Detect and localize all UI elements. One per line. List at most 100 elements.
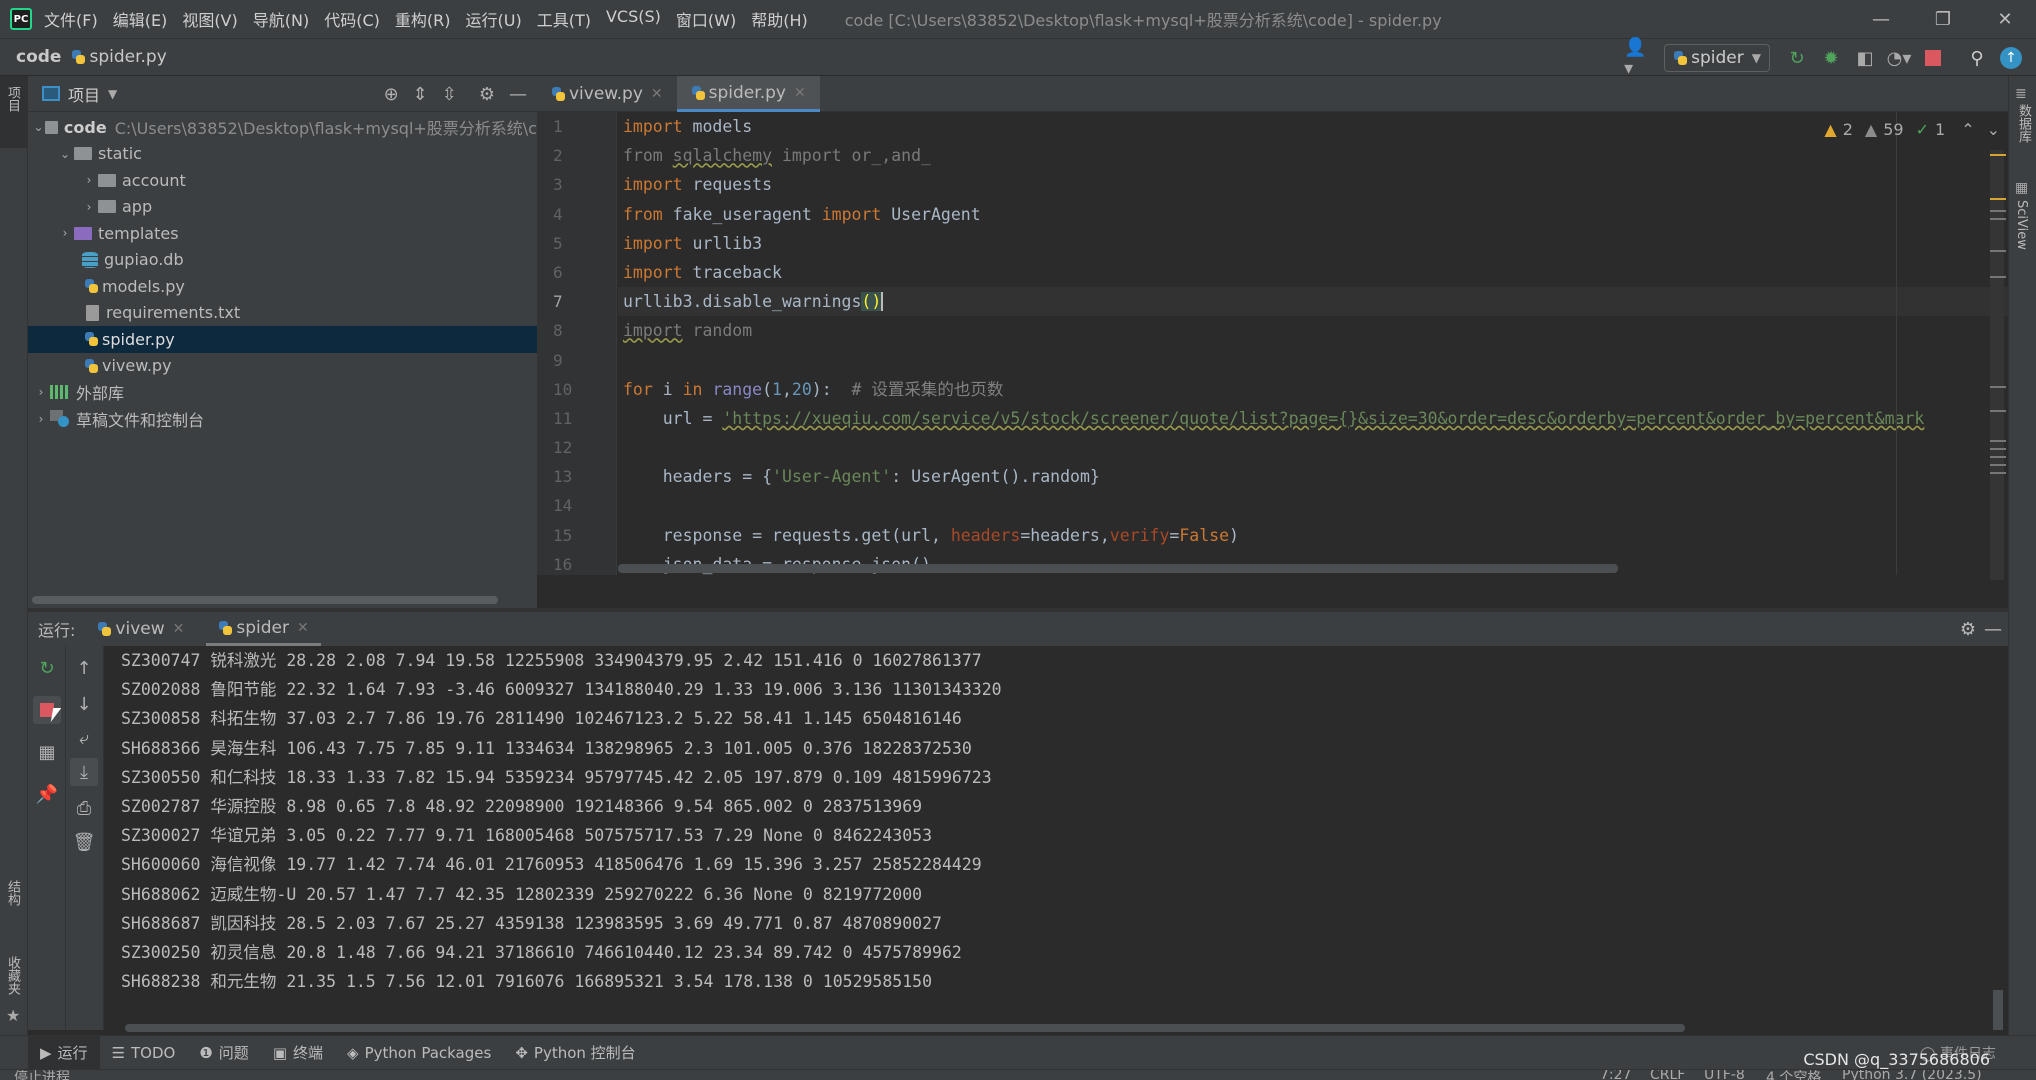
tree-item-vivew-py[interactable]: vivew.py [28, 353, 537, 380]
editor-horizontal-scrollbar[interactable] [618, 564, 1618, 573]
run-config-selector[interactable]: spider ▼ [1664, 44, 1770, 72]
bottom-tab-python-packages[interactable]: ◈ Python Packages [335, 1036, 503, 1070]
tree-item-app[interactable]: › app [28, 194, 537, 221]
tree-item-external-libs[interactable]: › 外部库 [28, 379, 537, 406]
project-panel-title[interactable]: 项目 [68, 82, 100, 106]
menu-vcs[interactable]: VCS(S) [606, 7, 661, 31]
close-button[interactable]: ✕ [1974, 0, 2036, 38]
project-tool-tab[interactable]: 项目 [3, 86, 22, 112]
down-arrow-icon[interactable]: ↓ [70, 690, 98, 718]
soft-wrap-icon[interactable]: ⤶ [70, 724, 98, 752]
close-tab-icon[interactable]: ✕ [651, 86, 663, 102]
rerun-icon[interactable]: ↻ [1784, 45, 1810, 71]
minimize-button[interactable]: — [1850, 0, 1912, 38]
code-editor[interactable]: import models from sqlalchemy import or_,… [618, 112, 2008, 575]
code-line[interactable]: import random [618, 316, 2008, 345]
bottom-tab-python-console[interactable]: ✥ Python 控制台 [503, 1036, 647, 1070]
rerun-icon[interactable]: ↻ [33, 654, 61, 682]
coverage-icon[interactable]: ◧ [1852, 45, 1878, 71]
database-tool-tab[interactable]: 数据库 [2014, 104, 2033, 143]
chevron-right-icon[interactable]: › [32, 385, 50, 399]
code-line[interactable] [618, 346, 2008, 375]
weak-warning-marker[interactable] [1990, 410, 2006, 412]
file-encoding[interactable]: UTF-8 [1704, 1070, 1745, 1080]
update-icon[interactable]: ↑ [1998, 45, 2024, 71]
gear-icon[interactable]: ⚙ [1960, 619, 1976, 640]
weak-warning-marker[interactable] [1990, 210, 2006, 212]
tree-item-account[interactable]: › account [28, 167, 537, 194]
menu-window[interactable]: 窗口(W) [676, 7, 736, 31]
code-line[interactable]: urllib3.disable_warnings() [618, 287, 2008, 317]
profile-icon[interactable]: ◔▾ [1886, 45, 1912, 71]
sciview-tool-tab[interactable]: SciView [2014, 200, 2029, 250]
layout-icon[interactable]: ▦ [33, 738, 61, 766]
chevron-right-icon[interactable]: › [80, 173, 98, 187]
bottom-tab-problems[interactable]: ❶ 问题 [187, 1036, 260, 1070]
line-separator[interactable]: CRLF [1650, 1070, 1685, 1080]
code-line[interactable]: import models [618, 112, 2008, 141]
code-line[interactable]: url = 'https://xueqiu.com/service/v5/sto… [618, 404, 2008, 433]
chevron-down-icon[interactable]: ⌄ [56, 147, 74, 161]
previous-highlight-icon[interactable]: ⌃ [1961, 120, 1974, 139]
print-icon[interactable]: ⎙ [70, 794, 98, 822]
weak-warning-marker[interactable] [1990, 276, 2006, 278]
error-stripe[interactable] [1990, 150, 2004, 580]
code-line[interactable] [618, 433, 2008, 462]
collapse-all-icon[interactable]: ⇳ [442, 84, 457, 105]
weak-warning-marker[interactable] [1990, 218, 2006, 220]
menu-refactor[interactable]: 重构(R) [395, 7, 451, 31]
code-line[interactable]: import traceback [618, 258, 2008, 287]
chevron-down-icon[interactable]: ⌄ [32, 120, 45, 134]
menu-code[interactable]: 代码(C) [324, 7, 380, 31]
code-line[interactable] [618, 491, 2008, 520]
scroll-to-end-icon[interactable]: ⤓ [70, 758, 98, 786]
interpreter-selector[interactable]: Python 3.7 (2023.5) [1842, 1070, 1982, 1080]
run-tab-vivew[interactable]: vivew ✕ [85, 612, 196, 646]
code-line[interactable]: headers = {'User-Agent': UserAgent().ran… [618, 462, 2008, 491]
restore-button[interactable]: ❐ [1912, 0, 1974, 38]
pin-icon[interactable]: 📌 [33, 780, 61, 808]
run-tab-spider[interactable]: spider ✕ [206, 612, 321, 646]
tab-vivew-py[interactable]: vivew.py ✕ [537, 76, 677, 112]
code-line[interactable]: from fake_useragent import UserAgent [618, 200, 2008, 229]
up-arrow-icon[interactable]: ↑ [70, 654, 98, 682]
next-highlight-icon[interactable]: ⌄ [1987, 120, 2000, 139]
tree-item-spider-py[interactable]: spider.py [28, 326, 537, 353]
bottom-tab-todo[interactable]: ☰ TODO [100, 1036, 188, 1070]
console-vertical-scrollbar[interactable] [1993, 990, 2003, 1030]
menu-run[interactable]: 运行(U) [466, 7, 522, 31]
tree-item-models-py[interactable]: models.py [28, 273, 537, 300]
inspection-widget[interactable]: ▲ 2 ▲ 59 ✓ 1 ⌃ ⌄ [1818, 120, 2000, 139]
chevron-right-icon[interactable]: › [56, 226, 74, 240]
tree-item-templates[interactable]: › templates [28, 220, 537, 247]
run-console-output[interactable]: SZ300747 锐科激光 28.28 2.08 7.94 19.58 1225… [105, 646, 2008, 1030]
cursor-position[interactable]: 7:27 [1600, 1070, 1631, 1080]
gear-icon[interactable]: ⚙ [479, 84, 495, 105]
menu-tools[interactable]: 工具(T) [537, 7, 591, 31]
structure-tool-tab[interactable]: 结构 [3, 880, 22, 906]
chevron-right-icon[interactable]: › [32, 412, 50, 426]
tab-spider-py[interactable]: spider.py ✕ [676, 76, 820, 112]
close-tab-icon[interactable]: ✕ [173, 621, 185, 637]
weak-warning-marker[interactable] [1990, 386, 2006, 388]
stop-icon[interactable] [1920, 45, 1946, 71]
code-line[interactable]: import requests [618, 170, 2008, 199]
warning-marker[interactable] [1990, 198, 2006, 200]
menu-navigate[interactable]: 导航(N) [253, 7, 309, 31]
code-line[interactable]: response = requests.get(url, headers=hea… [618, 521, 2008, 550]
chevron-right-icon[interactable]: › [80, 200, 98, 214]
user-icon[interactable]: 👤▾ [1624, 37, 1650, 79]
tree-item-scratches[interactable]: › 草稿文件和控制台 [28, 406, 537, 433]
warning-marker[interactable] [1990, 154, 2006, 156]
project-horizontal-scrollbar[interactable] [32, 596, 498, 604]
tree-item-static[interactable]: ⌄ static [28, 141, 537, 168]
close-tab-icon[interactable]: ✕ [794, 85, 806, 101]
console-horizontal-scrollbar[interactable] [125, 1024, 1685, 1032]
search-icon[interactable]: ⚲ [1964, 45, 1990, 71]
menu-view[interactable]: 视图(V) [182, 7, 237, 31]
indent-setting[interactable]: 4 个空格 [1766, 1070, 1821, 1080]
trash-icon[interactable]: 🗑 [70, 828, 98, 856]
tree-item-requirements[interactable]: requirements.txt [28, 300, 537, 327]
code-line[interactable]: from sqlalchemy import or_,and_ [618, 141, 2008, 170]
bottom-tab-run[interactable]: ▶ 运行 [28, 1035, 100, 1070]
